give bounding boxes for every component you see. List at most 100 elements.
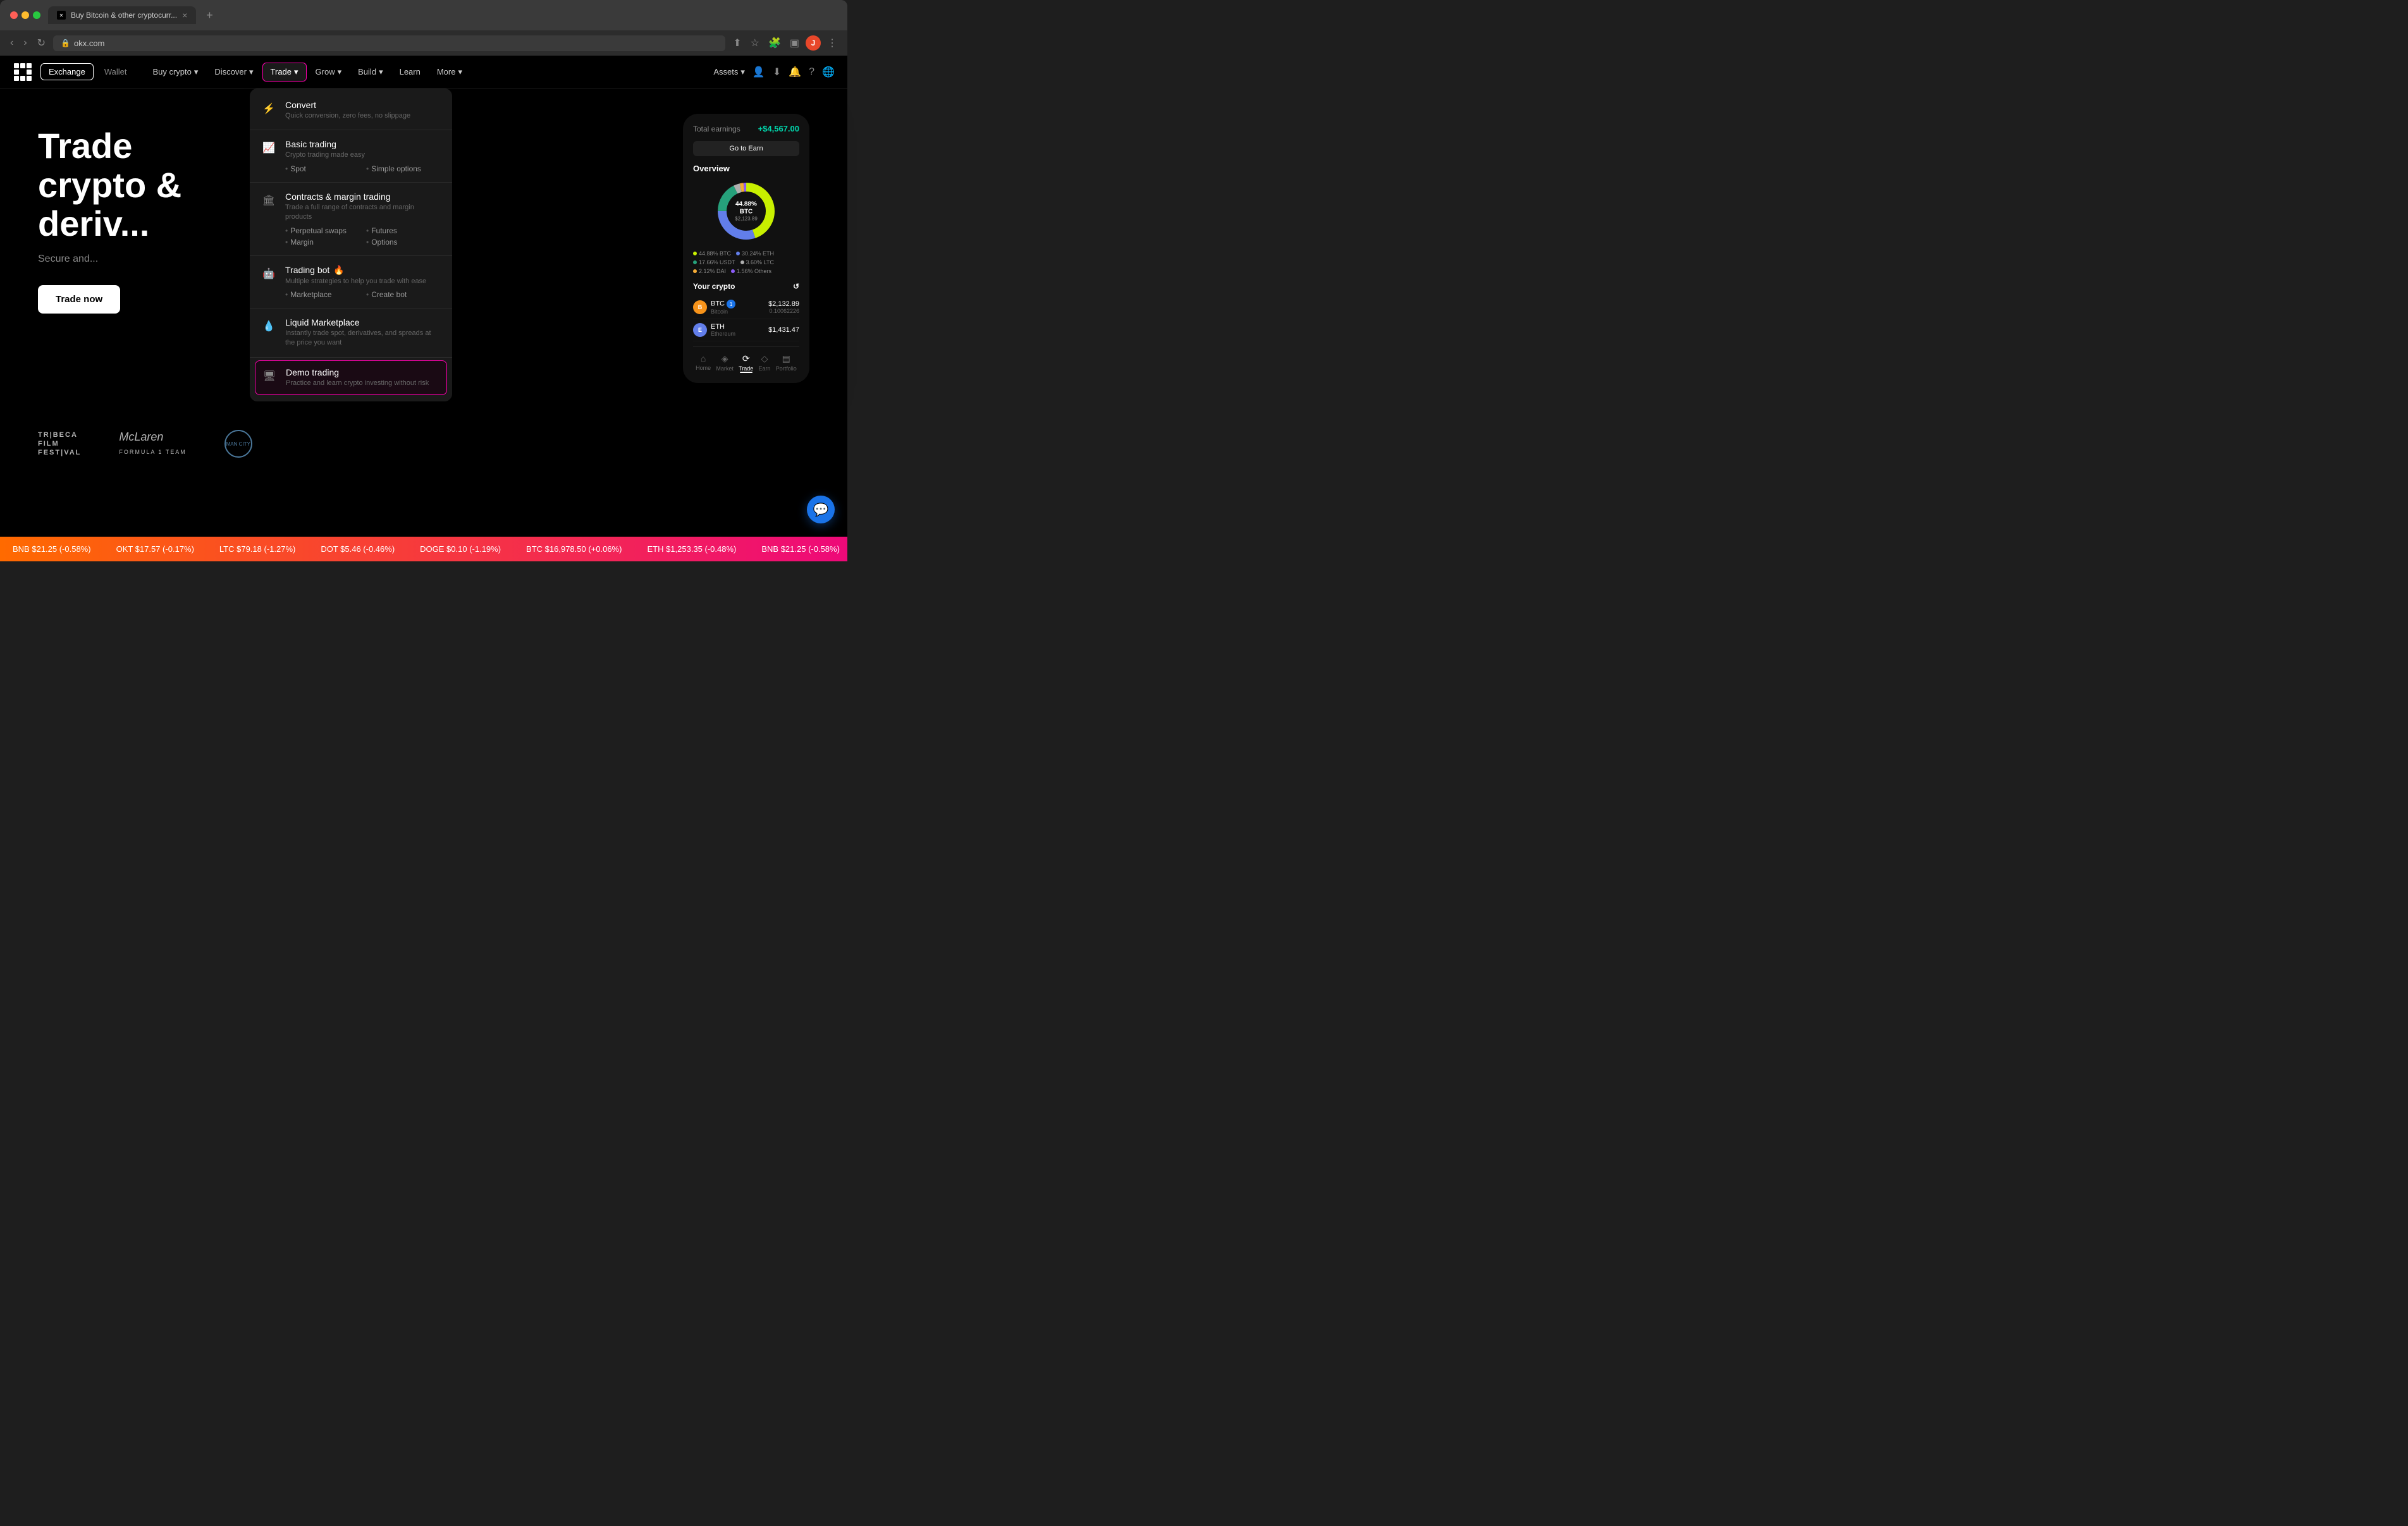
trading-bot-icon: 🤖 [260, 265, 278, 283]
convert-menu-item[interactable]: ⚡ Convert Quick conversion, zero fees, n… [250, 94, 452, 127]
nav-right: Assets ▾ 👤 ⬇ 🔔 ? 🌐 [713, 66, 835, 78]
build-nav[interactable]: Build ▾ [350, 63, 390, 81]
earn-nav-item[interactable]: ◇ Earn [759, 353, 771, 373]
discover-nav[interactable]: Discover ▾ [207, 63, 261, 81]
eth-icon: E [693, 323, 707, 337]
user-avatar[interactable]: J [806, 35, 821, 51]
forward-button[interactable]: › [21, 35, 29, 51]
assets-button[interactable]: Assets ▾ [713, 67, 745, 77]
basic-trading-title: Basic trading [285, 139, 442, 149]
tab-title: Buy Bitcoin & other cryptocurr... [71, 11, 177, 20]
more-nav[interactable]: More ▾ [429, 63, 470, 81]
eth-price-info: $1,431.47 [768, 326, 799, 334]
market-icon: ◈ [716, 353, 734, 364]
trading-bot-menu-item[interactable]: 🤖 Trading bot 🔥 Multiple strategies to h… [250, 259, 452, 305]
learn-nav[interactable]: Learn [392, 63, 428, 80]
legend-dot-btc [693, 252, 697, 255]
browser-titlebar: ✕ Buy Bitcoin & other cryptocurr... × + [0, 0, 847, 30]
menu-icon[interactable]: ⋮ [825, 34, 840, 52]
app-bottom-nav: ⌂ Home ◈ Market ⟳ Trade ◇ Earn ▤ [693, 346, 799, 373]
spot-sub-item[interactable]: Spot [285, 164, 361, 173]
options-sub-item[interactable]: Options [366, 238, 442, 247]
okx-logo[interactable] [13, 62, 33, 82]
contracts-icon: 🏛 [260, 192, 278, 209]
help-icon[interactable]: ? [809, 66, 814, 78]
contracts-margin-menu-item[interactable]: 🏛 Contracts & margin trading Trade a ful… [250, 185, 452, 253]
contracts-sub-items: Perpetual swaps Futures Margin Options [285, 226, 442, 247]
back-button[interactable]: ‹ [8, 35, 16, 51]
reload-button[interactable]: ↻ [35, 34, 48, 52]
convert-title: Convert [285, 100, 442, 110]
exchange-pill[interactable]: Exchange [40, 63, 94, 80]
tab-close-icon[interactable]: × [182, 10, 187, 20]
trade-nav[interactable]: Trade ▾ [262, 63, 307, 82]
home-nav-item[interactable]: ⌂ Home [696, 353, 711, 373]
trade-app-icon: ⟳ [739, 353, 753, 364]
active-indicator [740, 372, 752, 373]
eth-left: E ETH Ethereum [693, 323, 735, 337]
browser-tab[interactable]: ✕ Buy Bitcoin & other cryptocurr... × [48, 6, 196, 24]
liquid-marketplace-desc: Instantly trade spot, derivatives, and s… [285, 329, 442, 348]
trading-bot-title: Trading bot 🔥 [285, 265, 442, 276]
btc-info: BTC 1 Bitcoin [711, 300, 735, 315]
btc-icon: B [693, 300, 707, 314]
margin-sub-item[interactable]: Margin [285, 238, 361, 247]
new-tab-button[interactable]: + [206, 9, 213, 22]
lock-icon: 🔒 [61, 39, 70, 47]
futures-sub-item[interactable]: Futures [366, 226, 442, 235]
ticker-bar: BNB $21.25 (-0.58%) OKT $17.57 (-0.17%) … [0, 537, 847, 561]
bookmark-icon[interactable]: ☆ [748, 34, 762, 52]
app-preview-card: Total earnings +$4,567.00 Go to Earn Ove… [683, 114, 809, 383]
portfolio-nav-item[interactable]: ▤ Portfolio [776, 353, 797, 373]
share-icon[interactable]: ⬆ [730, 34, 744, 52]
simple-options-sub-item[interactable]: Simple options [366, 164, 442, 173]
close-dot[interactable] [10, 11, 18, 19]
extension-icon[interactable]: 🧩 [766, 34, 783, 52]
maximize-dot[interactable] [33, 11, 40, 19]
globe-icon[interactable]: 🌐 [822, 66, 835, 78]
perpetual-swaps-sub-item[interactable]: Perpetual swaps [285, 226, 361, 235]
mclaren-logo: McLarenFORMULA 1 TEAM [119, 430, 186, 457]
divider-5 [250, 357, 452, 358]
bell-icon[interactable]: 🔔 [789, 66, 801, 78]
trade-nav-item[interactable]: ⟳ Trade [739, 353, 753, 373]
go-to-earn-button[interactable]: Go to Earn [693, 141, 799, 156]
refresh-icon[interactable]: ↺ [793, 282, 799, 291]
profile-icon[interactable]: ▣ [787, 34, 802, 52]
demo-trading-icon: 🖥 [261, 367, 278, 385]
liquid-marketplace-content: Liquid Marketplace Instantly trade spot,… [285, 317, 442, 348]
portfolio-donut-chart: 44.88%BTC $2,123.89 [715, 180, 778, 243]
address-bar[interactable]: 🔒 okx.com [53, 35, 725, 51]
ticker-content: BNB $21.25 (-0.58%) OKT $17.57 (-0.17%) … [0, 544, 847, 554]
toolbar-icons: ⬆ ☆ 🧩 ▣ J ⋮ [730, 34, 840, 52]
app-card-header: Total earnings +$4,567.00 [693, 124, 799, 133]
nav-menu: Buy crypto ▾ Discover ▾ Trade ▾ Grow ▾ B… [145, 63, 713, 82]
trading-bot-sub-items: Marketplace Create bot [285, 290, 442, 299]
nav-pills: Exchange Wallet [40, 63, 135, 80]
demo-trading-menu-item[interactable]: 🖥 Demo trading Practice and learn crypto… [255, 360, 447, 395]
buy-crypto-nav[interactable]: Buy crypto ▾ [145, 63, 206, 81]
btc-crypto-row: B BTC 1 Bitcoin $2,132.89 0.10062226 [693, 296, 799, 319]
trade-now-button[interactable]: Trade now [38, 285, 120, 314]
contracts-title: Contracts & margin trading [285, 192, 442, 202]
download-icon[interactable]: ⬇ [773, 66, 781, 78]
home-icon: ⌂ [696, 353, 711, 363]
portfolio-icon: ▤ [776, 353, 797, 364]
browser-chrome: ✕ Buy Bitcoin & other cryptocurr... × + … [0, 0, 847, 56]
minimize-dot[interactable] [22, 11, 29, 19]
user-icon[interactable]: 👤 [752, 66, 765, 78]
grow-nav[interactable]: Grow ▾ [308, 63, 350, 81]
trading-bot-desc: Multiple strategies to help you trade wi… [285, 277, 442, 286]
address-text: okx.com [74, 39, 104, 48]
legend-dot-others [731, 269, 735, 273]
legend-ltc: 3.60% LTC [740, 259, 774, 266]
marketplace-sub-item[interactable]: Marketplace [285, 290, 361, 299]
market-nav-item[interactable]: ◈ Market [716, 353, 734, 373]
create-bot-sub-item[interactable]: Create bot [366, 290, 442, 299]
chat-button[interactable]: 💬 [807, 496, 835, 523]
basic-trading-menu-item[interactable]: 📈 Basic trading Crypto trading made easy… [250, 133, 452, 179]
total-earnings-label: Total earnings [693, 125, 740, 133]
liquid-marketplace-menu-item[interactable]: 💧 Liquid Marketplace Instantly trade spo… [250, 311, 452, 355]
overview-title: Overview [693, 164, 799, 173]
wallet-pill[interactable]: Wallet [96, 63, 135, 80]
